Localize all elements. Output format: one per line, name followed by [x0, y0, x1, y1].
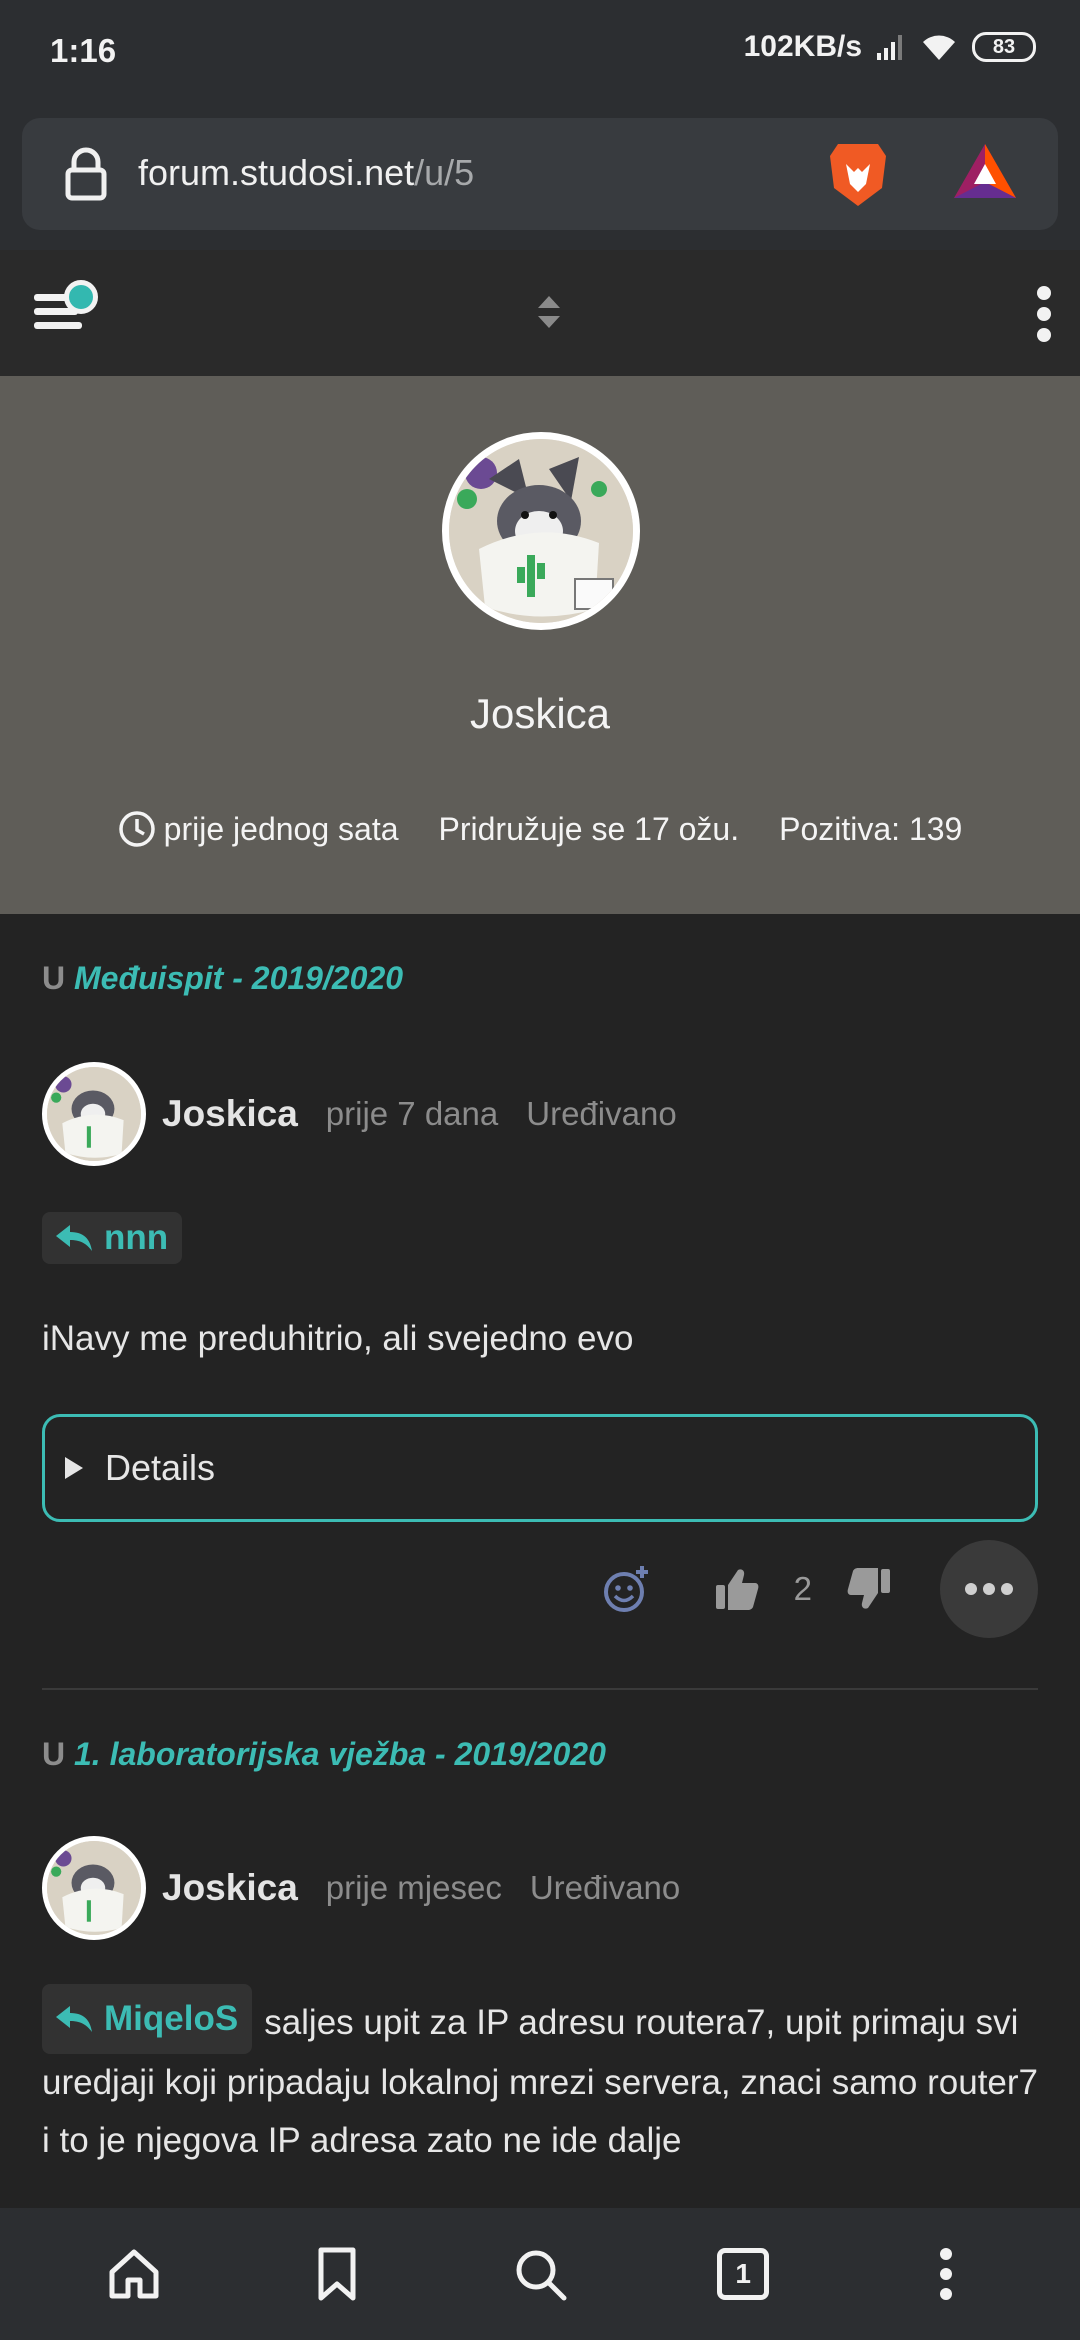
last-seen-stat: prije jednog sata	[118, 810, 399, 848]
husky-avatar-image	[47, 1841, 141, 1935]
category-link[interactable]: Međuispit - 2019/2020	[74, 960, 403, 996]
status-bar: 1:16 102KB/s 83	[0, 0, 1080, 102]
browser-toolbar: forum.studosi.net/u/5	[0, 102, 1080, 250]
network-speed: 102KB/s	[743, 30, 862, 63]
lock-icon	[65, 147, 107, 201]
tabs-button[interactable]: 1	[683, 2224, 803, 2324]
expand-triangle-icon	[65, 1457, 83, 1479]
post-author[interactable]: Joskica	[162, 1093, 298, 1135]
bookmarks-button[interactable]	[277, 2224, 397, 2324]
reply-arrow-icon	[56, 2006, 92, 2032]
category-prefix: U	[42, 1736, 66, 1772]
post-more-button[interactable]	[940, 1540, 1038, 1638]
vote-count: 2	[793, 1570, 812, 1607]
browser-menu-button[interactable]	[886, 2224, 1006, 2324]
downvote-icon[interactable]	[846, 1567, 892, 1611]
battery-icon: 83	[972, 32, 1036, 62]
author-avatar[interactable]	[42, 1836, 146, 1940]
husky-avatar-image	[47, 1067, 141, 1161]
post-meta: Joskica prije mjesec Uređivano	[42, 1836, 680, 1940]
address-bar[interactable]: forum.studosi.net/u/5	[22, 118, 1058, 230]
post-edited-label: Uređivano	[529, 1869, 681, 1906]
reply-to-user: nnn	[104, 1218, 169, 1257]
post-meta: Joskica prije 7 dana Uređivano	[42, 1062, 677, 1166]
reputation-text: Pozitiva: 139	[779, 810, 963, 847]
url-text: forum.studosi.net/u/5	[138, 152, 474, 194]
joined-text: Pridružuje se 17 ožu.	[438, 810, 740, 847]
reply-wrapper: nnn	[42, 1212, 183, 1264]
details-toggle[interactable]: Details	[42, 1414, 1038, 1522]
forum-header	[0, 250, 1080, 376]
last-seen-text: prije jednog sata	[163, 810, 399, 847]
reputation-stat: Pozitiva: 139	[779, 811, 962, 848]
profile-stats: prije jednog sata Pridružuje se 17 ožu. …	[0, 810, 1080, 848]
home-button[interactable]	[74, 2224, 194, 2324]
reply-to-user: MiqeloS	[104, 1999, 239, 2038]
reply-to-chip[interactable]: nnn	[42, 1212, 183, 1264]
clock-icon	[118, 811, 155, 847]
brave-rewards-icon[interactable]	[952, 142, 1018, 202]
post-category: U 1. laboratorijska vježba - 2019/2020	[42, 1736, 1038, 1773]
post-edited-label: Uređivano	[526, 1095, 677, 1132]
husky-avatar-image	[449, 439, 633, 623]
author-avatar[interactable]	[42, 1062, 146, 1166]
url-path: /u/5	[414, 152, 475, 193]
post-item: U Međuispit - 2019/2020 Joskica prije 7 …	[42, 960, 1038, 1638]
bookmark-icon	[318, 2247, 356, 2301]
sort-arrows-icon[interactable]	[534, 292, 564, 332]
brave-shields-icon[interactable]	[826, 140, 890, 210]
reply-to-chip[interactable]: MiqeloS	[42, 1984, 253, 2054]
home-icon	[109, 2249, 159, 2299]
profile-cover: Joskica prije jednog sata Pridružuje se …	[0, 376, 1080, 914]
upvote-icon[interactable]	[714, 1567, 760, 1611]
post-time[interactable]: prije 7 dana	[326, 1095, 498, 1133]
reply-arrow-icon	[56, 1225, 92, 1251]
status-indicators: 102KB/s 83	[744, 30, 1036, 64]
search-icon	[516, 2250, 567, 2301]
post-actions: 2	[602, 1540, 1038, 1638]
post-author[interactable]: Joskica	[162, 1867, 298, 1909]
post-category: U Međuispit - 2019/2020	[42, 960, 1038, 997]
add-reaction-icon[interactable]	[602, 1564, 652, 1614]
signal-icon	[877, 35, 902, 60]
tab-count-icon: 1	[717, 2248, 770, 2300]
category-prefix: U	[42, 960, 66, 996]
search-button[interactable]	[480, 2224, 600, 2324]
profile-username: Joskica	[469, 690, 611, 737]
overflow-menu-icon	[940, 2248, 953, 2300]
details-label: Details	[105, 1447, 216, 1488]
wifi-icon	[923, 35, 955, 60]
profile-avatar[interactable]	[442, 432, 640, 630]
browser-bottom-nav: 1	[0, 2208, 1080, 2340]
post-divider	[42, 1688, 1038, 1690]
category-link[interactable]: 1. laboratorijska vježba - 2019/2020	[74, 1736, 606, 1772]
post-time[interactable]: prije mjesec	[326, 1869, 502, 1907]
notification-dot	[64, 280, 98, 314]
url-domain: forum.studosi.net	[138, 152, 415, 193]
overflow-menu-icon[interactable]	[1034, 286, 1054, 342]
status-time: 1:16	[50, 32, 117, 69]
post-body-wrapper: MiqeloS saljes upit za IP adresu routera…	[42, 1984, 1038, 2170]
hamburger-menu-icon[interactable]	[34, 280, 110, 340]
joined-stat: Pridružuje se 17 ožu.	[439, 811, 740, 848]
post-body: iNavy me preduhitrio, ali svejedno evo	[42, 1319, 634, 1358]
post-item: U 1. laboratorijska vježba - 2019/2020 J…	[42, 1736, 1038, 2206]
